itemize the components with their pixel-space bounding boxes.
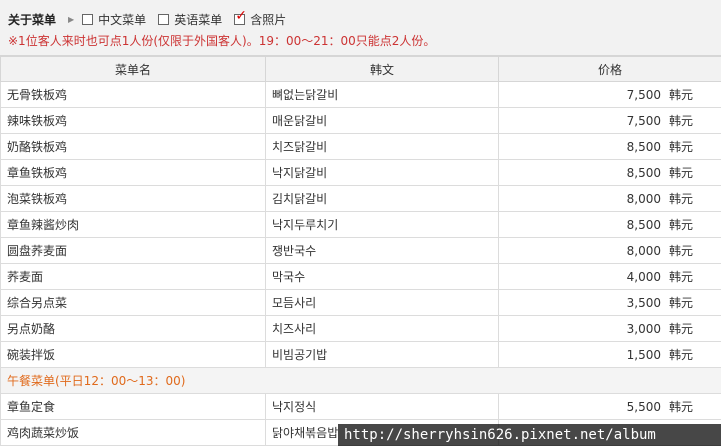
dish-name: 章鱼铁板鸡 xyxy=(0,159,266,186)
dish-price-cell: 8,500 韩元 xyxy=(498,159,721,186)
checkbox-chinese-menu[interactable] xyxy=(82,14,94,25)
dish-name: 荞麦面 xyxy=(0,263,266,290)
dish-price: 5,500 xyxy=(626,400,661,414)
dish-price-cell: 5,500 韩元 xyxy=(498,393,721,420)
dish-name: 综合另点菜 xyxy=(0,289,266,316)
option-label: 英语菜单 xyxy=(174,13,223,27)
dish-price-cell: 8,000 韩元 xyxy=(498,185,721,212)
dish-korean-name: 낙지닭갈비 xyxy=(265,159,499,186)
dish-korean-name: 치즈사리 xyxy=(265,315,499,342)
option-with-photos[interactable]: ✓ 含照片 xyxy=(234,9,287,28)
options-title: 关于菜单 xyxy=(8,13,57,27)
dish-name: 圆盘荞麦面 xyxy=(0,237,266,264)
dish-price-cell: 8,000 韩元 xyxy=(498,237,721,264)
dish-price-cell: 3,000 韩元 xyxy=(498,315,721,342)
table-row: 圆盘荞麦面 쟁반국수 8,000 韩元 xyxy=(0,237,721,264)
dish-price-cell: 7,500 韩元 xyxy=(498,107,721,134)
currency-label: 韩元 xyxy=(668,192,693,206)
dish-name: 另点奶酪 xyxy=(0,315,266,342)
dish-name: 奶酪铁板鸡 xyxy=(0,133,266,160)
option-chinese-menu[interactable]: 中文菜单 xyxy=(82,11,146,28)
table-row: 泡菜铁板鸡 김치닭갈비 8,000 韩元 xyxy=(0,185,721,212)
dish-price-cell: 7,500 韩元 xyxy=(498,81,721,108)
table-row: 荞麦面 막국수 4,000 韩元 xyxy=(0,263,721,290)
column-header-korean: 韩文 xyxy=(265,56,499,82)
dish-price: 8,000 xyxy=(626,192,661,206)
option-label: 含照片 xyxy=(250,13,287,27)
table-row: 辣味铁板鸡 매운닭갈비 7,500 韩元 xyxy=(0,107,721,134)
dish-name: 泡菜铁板鸡 xyxy=(0,185,266,212)
currency-label: 韩元 xyxy=(668,114,693,128)
dish-price: 7,500 xyxy=(626,88,661,102)
dish-korean-name: 김치닭갈비 xyxy=(265,185,499,212)
dish-price: 8,500 xyxy=(626,166,661,180)
dish-price-cell: 8,500 韩元 xyxy=(498,133,721,160)
table-row: 章鱼定食 낙지정식 5,500 韩元 xyxy=(0,393,721,420)
checkmark-icon: ✓ xyxy=(235,8,247,24)
menu-options: 关于菜单 ▶ 中文菜单 英语菜单 ✓ 含照片 xyxy=(8,9,298,28)
dish-price: 4,000 xyxy=(626,270,661,284)
currency-label: 韩元 xyxy=(668,322,693,336)
menu-table: 菜单名 韩文 价格 无骨铁板鸡 뼈없는닭갈비 7,500 韩元 辣味铁板鸡 매운닭갈비 7,… xyxy=(0,56,721,446)
options-bar: 关于菜单 ▶ 中文菜单 英语菜单 ✓ 含照片 ※1位客人来时也可点1人份(仅限于… xyxy=(0,0,721,56)
table-row: 无骨铁板鸡 뼈없는닭갈비 7,500 韩元 xyxy=(0,81,721,108)
dish-korean-name: 모듬사리 xyxy=(265,289,499,316)
dish-name: 章鱼定食 xyxy=(0,393,266,420)
dish-korean-name: 뼈없는닭갈비 xyxy=(265,81,499,108)
dish-price-cell: 3,500 韩元 xyxy=(498,289,721,316)
option-label: 中文菜单 xyxy=(98,13,147,27)
dish-korean-name: 막국수 xyxy=(265,263,499,290)
dish-price: 8,500 xyxy=(626,218,661,232)
dish-price: 3,000 xyxy=(626,322,661,336)
currency-label: 韩元 xyxy=(668,348,693,362)
dish-korean-name: 치즈닭갈비 xyxy=(265,133,499,160)
column-header-price: 价格 xyxy=(498,56,721,82)
dish-price: 1,500 xyxy=(626,348,661,362)
currency-label: 韩元 xyxy=(668,88,693,102)
dish-price: 7,500 xyxy=(626,114,661,128)
dish-name: 碗装拌饭 xyxy=(0,341,266,368)
dish-name: 鸡肉蔬菜炒饭 xyxy=(0,419,266,446)
table-row: 碗装拌饭 비빔공기밥 1,500 韩元 xyxy=(0,341,721,368)
dish-name: 章鱼辣酱炒肉 xyxy=(0,211,266,238)
dish-price: 3,500 xyxy=(626,296,661,310)
dish-name: 辣味铁板鸡 xyxy=(0,107,266,134)
dish-price: 8,000 xyxy=(626,244,661,258)
table-header-row: 菜单名 韩文 价格 xyxy=(0,56,721,82)
checkbox-english-menu[interactable] xyxy=(158,14,170,25)
column-header-name: 菜单名 xyxy=(0,56,266,82)
dish-korean-name: 쟁반국수 xyxy=(265,237,499,264)
currency-label: 韩元 xyxy=(668,244,693,258)
table-row: 另点奶酪 치즈사리 3,000 韩元 xyxy=(0,315,721,342)
lunch-section-title: 午餐菜单(平日12：00～13：00) xyxy=(0,367,721,394)
dish-name: 无骨铁板鸡 xyxy=(0,81,266,108)
table-row: 综合另点菜 모듬사리 3,500 韩元 xyxy=(0,289,721,316)
currency-label: 韩元 xyxy=(668,270,693,284)
dish-korean-name: 낙지두루치기 xyxy=(265,211,499,238)
currency-label: 韩元 xyxy=(668,140,693,154)
dish-korean-name: 낙지정식 xyxy=(265,393,499,420)
table-row: 章鱼辣酱炒肉 낙지두루치기 8,500 韩元 xyxy=(0,211,721,238)
currency-label: 韩元 xyxy=(668,296,693,310)
dish-korean-name: 비빔공기밥 xyxy=(265,341,499,368)
currency-label: 韩元 xyxy=(668,166,693,180)
dish-price-cell: 1,500 韩元 xyxy=(498,341,721,368)
table-row: 奶酪铁板鸡 치즈닭갈비 8,500 韩元 xyxy=(0,133,721,160)
option-english-menu[interactable]: 英语菜单 xyxy=(158,11,222,28)
dish-price: 8,500 xyxy=(626,140,661,154)
currency-label: 韩元 xyxy=(668,218,693,232)
currency-label: 韩元 xyxy=(668,400,693,414)
checkbox-with-photos[interactable]: ✓ xyxy=(234,9,247,25)
lunch-section-row: 午餐菜单(平日12：00～13：00) xyxy=(0,367,721,394)
table-row: 章鱼铁板鸡 낙지닭갈비 8,500 韩元 xyxy=(0,159,721,186)
ordering-note: ※1位客人来时也可点1人份(仅限于外国客人)。19：00～21：00只能点2人份… xyxy=(8,34,436,48)
dish-price-cell: 8,500 韩元 xyxy=(498,211,721,238)
arrow-icon: ▶ xyxy=(68,15,75,24)
dish-korean-name: 매운닭갈비 xyxy=(265,107,499,134)
dish-price-cell: 4,000 韩元 xyxy=(498,263,721,290)
watermark: http://sherryhsin626.pixnet.net/album xyxy=(338,424,721,446)
menu-table-body: 无骨铁板鸡 뼈없는닭갈비 7,500 韩元 辣味铁板鸡 매운닭갈비 7,500 韩元 奶酪铁板鸡… xyxy=(0,81,721,446)
